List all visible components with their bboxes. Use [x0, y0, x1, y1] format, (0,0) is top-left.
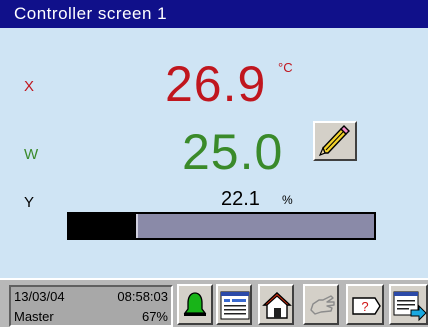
- status-time: 08:58:03: [117, 289, 168, 304]
- list-view-button[interactable]: [216, 284, 252, 325]
- actual-value: 26.9: [165, 56, 267, 112]
- controller-panel: X 26.9 °C W 25.0 Y 22.1 %: [0, 28, 428, 278]
- svg-text:?: ?: [361, 299, 368, 314]
- status-user: Master: [14, 309, 54, 324]
- status-date: 13/03/04: [14, 289, 65, 304]
- window-title: Controller screen 1: [0, 0, 428, 28]
- manual-mode-button[interactable]: [303, 284, 339, 325]
- help-tag-icon: ?: [352, 297, 381, 315]
- output-unit: %: [282, 193, 293, 207]
- next-screen-icon: [393, 291, 427, 322]
- hand-icon: [310, 295, 335, 315]
- status-info: 13/03/04 08:58:03 Master 67%: [9, 285, 173, 327]
- pencil-icon: [318, 125, 350, 157]
- status-load: 67%: [141, 309, 168, 324]
- next-screen-button[interactable]: [389, 284, 428, 325]
- setpoint-value[interactable]: 25.0: [182, 127, 283, 177]
- output-value: 22.1: [221, 188, 260, 210]
- x-label: X: [24, 78, 35, 95]
- help-button[interactable]: ?: [346, 284, 384, 325]
- output-bar: [67, 212, 376, 240]
- list-view-icon: [220, 291, 250, 320]
- output-bar-fill: [69, 214, 136, 238]
- y-label: Y: [24, 194, 35, 211]
- edit-setpoint-button[interactable]: [313, 121, 357, 161]
- alarm-bell-icon: [183, 292, 207, 316]
- alarm-button[interactable]: [177, 284, 213, 325]
- home-icon: [262, 292, 292, 319]
- w-label: W: [24, 146, 39, 163]
- controller-window: Controller screen 1 X 26.9 °C W 25.0 Y 2…: [0, 0, 428, 327]
- output-bar-marker: [136, 214, 138, 238]
- home-button[interactable]: [258, 284, 294, 325]
- actual-unit: °C: [278, 60, 293, 75]
